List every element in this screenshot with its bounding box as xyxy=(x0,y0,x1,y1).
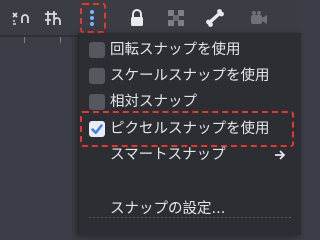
menu-item-snap-settings[interactable]: スナップの設定... xyxy=(79,196,301,222)
menu-item-label: スマートスナップ xyxy=(110,147,226,163)
relative-snap-checkbox[interactable] xyxy=(89,94,105,110)
menu-item-smart-snap[interactable]: スマートスナップ xyxy=(79,142,301,168)
menu-item-label: 回転スナップを使用 xyxy=(110,42,241,58)
editor-toolbar xyxy=(0,0,300,36)
menu-item-label: 相対スナップ xyxy=(110,94,197,110)
menu-item-scale-snap[interactable]: スケールスナップを使用 xyxy=(79,63,301,89)
more-options-highlight xyxy=(80,3,106,33)
canvas-viewport[interactable] xyxy=(0,43,78,235)
camera-icon[interactable] xyxy=(246,6,272,30)
snap-options-menu: 回転スナップを使用 スケールスナップを使用 相対スナップ ピクセルスナップを使用… xyxy=(78,33,301,235)
group-icon[interactable] xyxy=(163,6,189,30)
submenu-arrow-icon xyxy=(275,150,286,160)
lock-icon[interactable] xyxy=(124,6,150,30)
bone-icon[interactable] xyxy=(202,6,228,30)
ruler-icon[interactable] xyxy=(7,6,33,30)
rotation-snap-checkbox[interactable] xyxy=(89,42,105,58)
menu-item-label: スケールスナップを使用 xyxy=(110,68,270,84)
scale-snap-checkbox[interactable] xyxy=(89,68,105,84)
grid-snap-icon[interactable] xyxy=(40,6,66,30)
menu-item-rotation-snap[interactable]: 回転スナップを使用 xyxy=(79,37,301,63)
menu-item-label: スナップの設定... xyxy=(110,201,226,217)
